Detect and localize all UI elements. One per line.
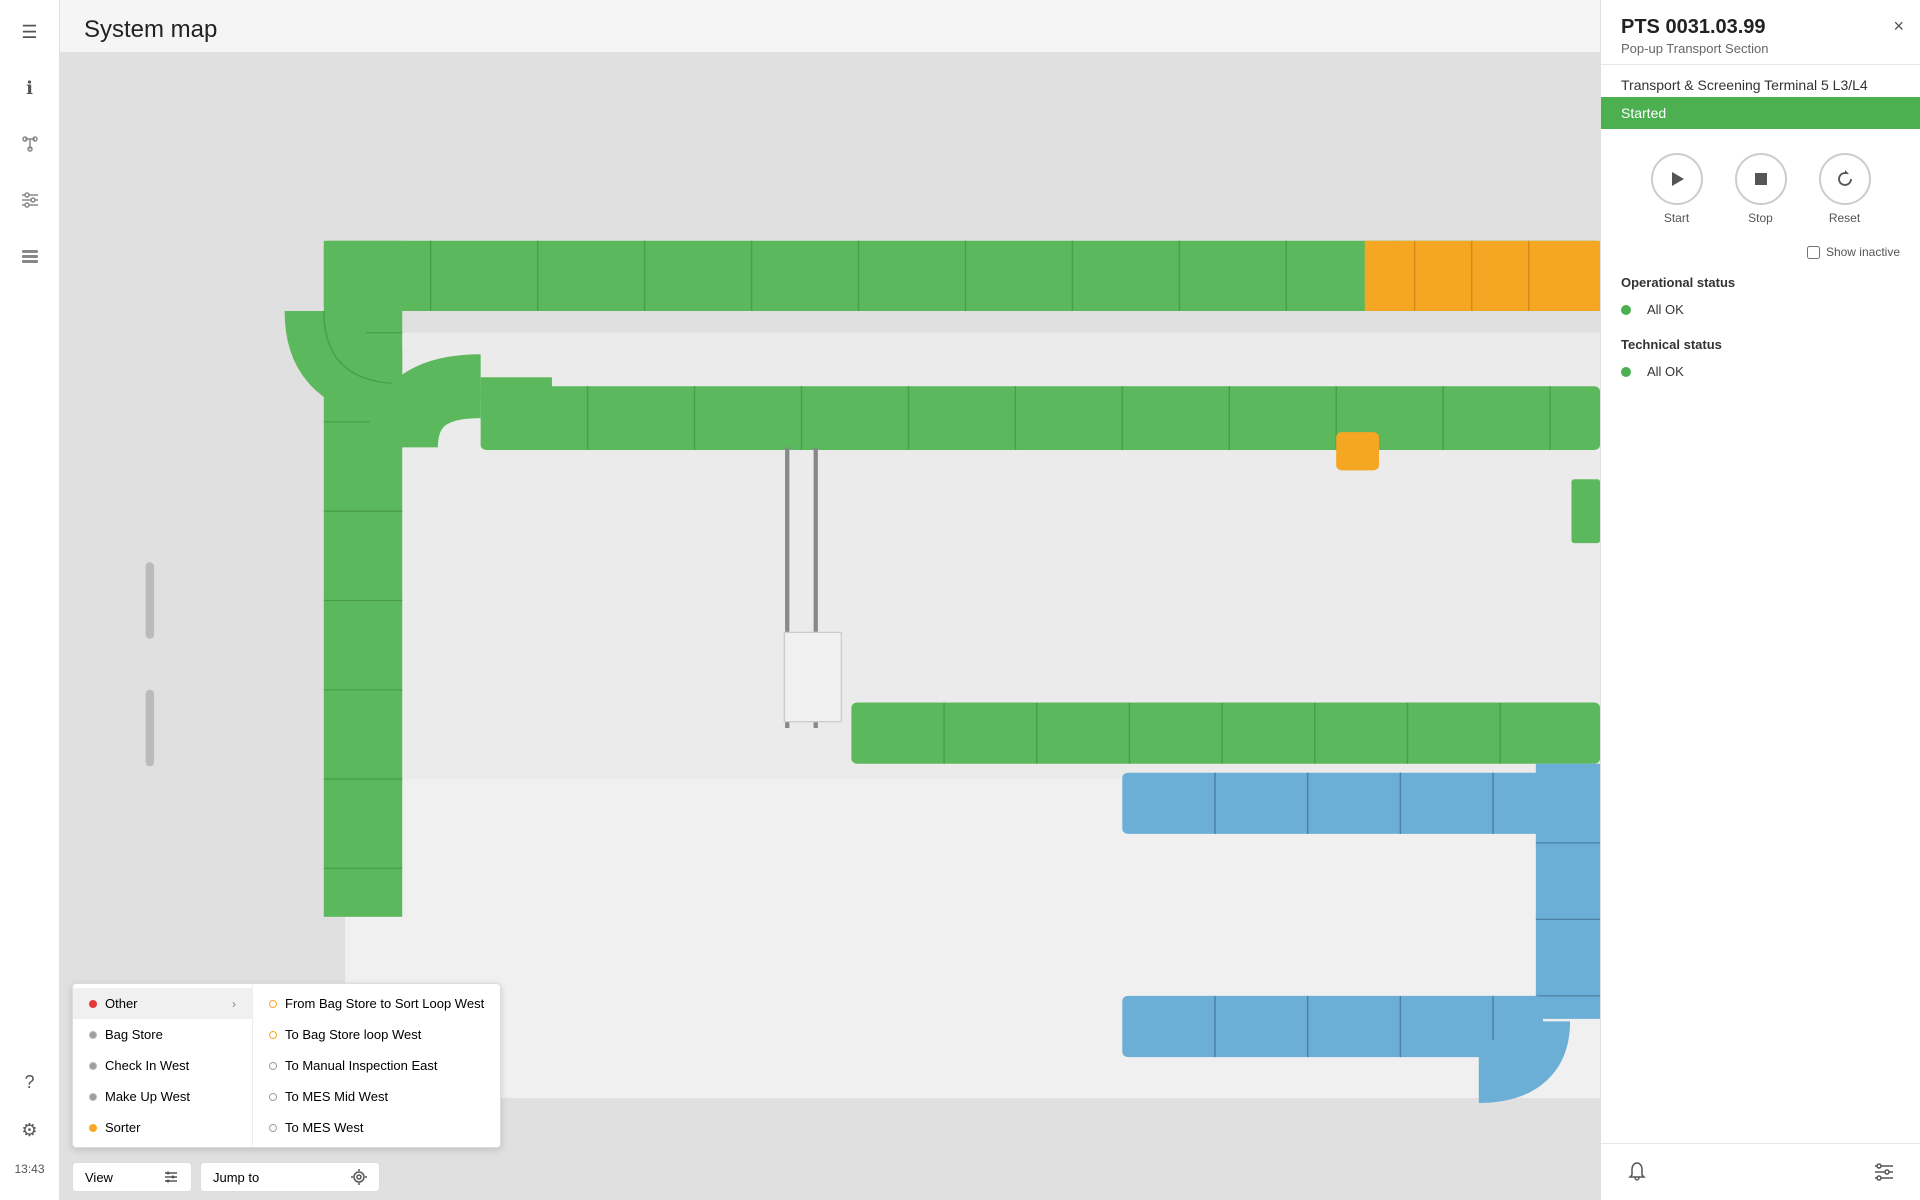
bell-icon[interactable]	[1621, 1156, 1653, 1188]
submenu-label-5: To MES West	[285, 1120, 364, 1135]
sidebar: ☰ ℹ ? ⚙ 13:43	[0, 0, 60, 1200]
status-text: Started	[1621, 105, 1666, 121]
status-bar: Started	[1601, 97, 1920, 129]
stop-icon[interactable]	[1735, 153, 1787, 205]
panel-header: PTS 0031.03.99 Pop-up Transport Section …	[1601, 0, 1920, 65]
list-icon[interactable]	[14, 240, 46, 272]
settings-icon[interactable]: ⚙	[14, 1114, 46, 1146]
stop-label: Stop	[1748, 211, 1773, 225]
jump-to-label: Jump to	[213, 1170, 259, 1185]
jump-to-button[interactable]: Jump to	[200, 1162, 380, 1192]
operational-status-row: All OK	[1601, 294, 1920, 325]
submenu-item-from-bagstore[interactable]: From Bag Store to Sort Loop West	[253, 988, 500, 1019]
show-inactive-label: Show inactive	[1826, 245, 1900, 259]
start-button[interactable]: Start	[1651, 153, 1703, 225]
menu-label-bagstore: Bag Store	[105, 1027, 163, 1042]
time-display: 13:43	[14, 1162, 44, 1184]
menu-label-sorter: Sorter	[105, 1120, 140, 1135]
page-header: System map	[60, 0, 1600, 52]
menu-dot-sorter	[89, 1124, 97, 1132]
technical-status-header: Technical status	[1601, 325, 1920, 356]
context-menu-left-panel: Other › Bag Store Check In West Make Up …	[73, 984, 253, 1147]
menu-label-checkin: Check In West	[105, 1058, 189, 1073]
technical-status-indicator	[1621, 367, 1631, 377]
menu-dot-makeup	[89, 1093, 97, 1101]
page-title: System map	[84, 16, 1576, 44]
reset-icon[interactable]	[1819, 153, 1871, 205]
context-menu-right-panel: From Bag Store to Sort Loop West To Bag …	[253, 984, 500, 1147]
submenu-dot-4	[269, 1093, 277, 1101]
filter-icon[interactable]	[14, 184, 46, 216]
submenu-item-to-bagstore[interactable]: To Bag Store loop West	[253, 1019, 500, 1050]
operational-status-value: All OK	[1647, 302, 1684, 317]
submenu-label-2: To Bag Store loop West	[285, 1027, 421, 1042]
menu-item-sorter[interactable]: Sorter	[73, 1112, 252, 1143]
sliders-icon	[163, 1169, 179, 1185]
menu-dot-checkin	[89, 1062, 97, 1070]
context-menu: Other › Bag Store Check In West Make Up …	[72, 983, 501, 1148]
chevron-right-icon: ›	[232, 997, 236, 1011]
map-area[interactable]: Other › Bag Store Check In West Make Up …	[60, 52, 1600, 1200]
submenu-dot-1	[269, 1000, 277, 1008]
submenu-item-to-manual[interactable]: To Manual Inspection East	[253, 1050, 500, 1081]
submenu-label-4: To MES Mid West	[285, 1089, 388, 1104]
menu-item-makeup[interactable]: Make Up West	[73, 1081, 252, 1112]
technical-status-value: All OK	[1647, 364, 1684, 379]
submenu-label-1: From Bag Store to Sort Loop West	[285, 996, 484, 1011]
main-content: System map	[60, 0, 1600, 1200]
panel-bottom	[1601, 1143, 1920, 1200]
help-icon[interactable]: ?	[14, 1066, 46, 1098]
sidebar-bottom: ? ⚙ 13:43	[14, 1066, 46, 1184]
menu-item-other[interactable]: Other ›	[73, 988, 252, 1019]
menu-icon[interactable]: ☰	[14, 16, 46, 48]
panel-title: PTS 0031.03.99	[1621, 16, 1900, 39]
start-label: Start	[1664, 211, 1689, 225]
sliders-panel-icon[interactable]	[1868, 1156, 1900, 1188]
start-icon[interactable]	[1651, 153, 1703, 205]
right-panel: PTS 0031.03.99 Pop-up Transport Section …	[1600, 0, 1920, 1200]
menu-dot-other	[89, 1000, 97, 1008]
technical-status-row: All OK	[1601, 356, 1920, 387]
menu-item-checkin[interactable]: Check In West	[73, 1050, 252, 1081]
show-inactive-checkbox[interactable]	[1807, 246, 1820, 259]
menu-label-other: Other	[105, 996, 138, 1011]
operational-status-header: Operational status	[1601, 263, 1920, 294]
node-icon[interactable]	[14, 128, 46, 160]
submenu-dot-3	[269, 1062, 277, 1070]
menu-label-makeup: Make Up West	[105, 1089, 190, 1104]
reset-label: Reset	[1829, 211, 1860, 225]
submenu-item-to-mes-mid[interactable]: To MES Mid West	[253, 1081, 500, 1112]
submenu-dot-5	[269, 1124, 277, 1132]
controls-row: Start Stop Reset	[1601, 129, 1920, 241]
submenu-label-3: To Manual Inspection East	[285, 1058, 437, 1073]
submenu-item-to-mes-west[interactable]: To MES West	[253, 1112, 500, 1143]
target-icon	[351, 1169, 367, 1185]
operational-status-indicator	[1621, 305, 1631, 315]
view-label: View	[85, 1170, 113, 1185]
map-bottom-bar: View Jump to	[60, 1154, 392, 1200]
stop-button[interactable]: Stop	[1735, 153, 1787, 225]
reset-button[interactable]: Reset	[1819, 153, 1871, 225]
view-button[interactable]: View	[72, 1162, 192, 1192]
panel-section-title: Transport & Screening Terminal 5 L3/L4	[1601, 65, 1920, 97]
menu-dot-bagstore	[89, 1031, 97, 1039]
menu-item-bagstore[interactable]: Bag Store	[73, 1019, 252, 1050]
submenu-dot-2	[269, 1031, 277, 1039]
show-inactive-row: Show inactive	[1601, 241, 1920, 263]
panel-subtitle: Pop-up Transport Section	[1621, 41, 1900, 56]
info-icon[interactable]: ℹ	[14, 72, 46, 104]
panel-close-button[interactable]: ×	[1893, 16, 1904, 37]
